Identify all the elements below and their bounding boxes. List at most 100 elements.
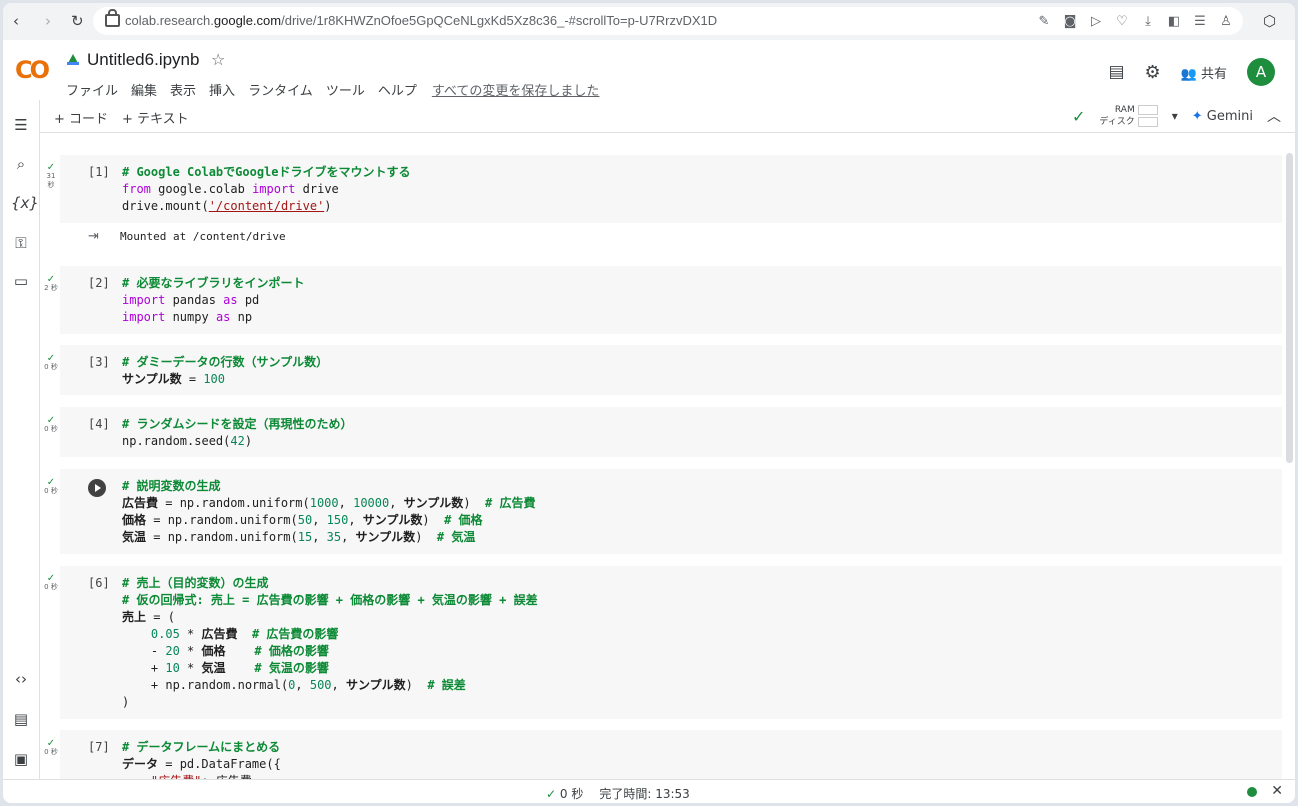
code-cell-7[interactable]: [7] # データフレームにまとめる データ = pd.DataFrame({ …	[60, 730, 1282, 779]
menu-bar: ファイル 編集 表示 挿入 ランタイム ツール ヘルプ すべての変更を保存しまし…	[66, 80, 599, 99]
exec-time-unit: 秒	[47, 181, 55, 189]
cell-4-exec-info: ✓ 0 秒	[43, 416, 59, 434]
cell-prompt: [1]	[88, 165, 110, 179]
connected-check-icon: ✓	[1071, 106, 1086, 126]
reload-icon[interactable]: ↻	[71, 12, 84, 30]
ram-meter	[1137, 104, 1158, 115]
settings-lines-icon[interactable]: ☰	[1193, 14, 1207, 29]
cell-code[interactable]: # 説明変数の生成 広告費 = np.random.uniform(1000, …	[122, 478, 535, 546]
disk-meter	[1137, 116, 1158, 127]
connection-status-icon	[1247, 787, 1257, 797]
exec-time: 2 秒	[44, 284, 58, 292]
cell-5-exec-info: ✓ 0 秒	[43, 478, 59, 496]
folder-icon[interactable]: ▭	[11, 272, 31, 290]
search-icon[interactable]: ⌕	[11, 155, 31, 173]
command-palette-icon[interactable]: ▤	[11, 710, 31, 728]
cell-code[interactable]: # ダミーデータの行数（サンプル数） サンプル数 = 100	[122, 354, 328, 388]
heart-icon[interactable]: ♡	[1115, 14, 1129, 29]
code-cell-1[interactable]: [1] # Google ColabでGoogleドライブをマウントする fro…	[60, 155, 1282, 223]
disk-label: ディスク	[1099, 117, 1135, 127]
comment-icon[interactable]: ▤	[1108, 62, 1124, 82]
save-status[interactable]: すべての変更を保存しました	[432, 80, 600, 99]
colab-header: CO Untitled6.ipynb ☆ ファイル 編集 表示 挿入 ランタイム…	[3, 40, 1295, 100]
exec-time: 0 秒	[44, 583, 58, 591]
run-cell-button[interactable]	[88, 479, 106, 497]
code-cell-3[interactable]: [3] # ダミーデータの行数（サンプル数） サンプル数 = 100	[60, 345, 1282, 395]
download-icon[interactable]: ⤓	[1141, 14, 1155, 29]
check-icon: ✓	[46, 415, 56, 426]
close-icon[interactable]: ✕	[1271, 783, 1283, 799]
sidebar-icon[interactable]: ◧	[1167, 14, 1181, 29]
profile-icon[interactable]: ♙	[1219, 14, 1233, 29]
variables-icon[interactable]: {x}	[11, 194, 39, 212]
cell-1-output: ⇥ Mounted at /content/drive	[60, 223, 1282, 257]
check-icon: ✓	[546, 787, 557, 801]
people-icon: 👥	[1180, 66, 1197, 82]
send-icon[interactable]: ▷	[1089, 14, 1103, 29]
check-icon: ✓	[46, 162, 56, 173]
cell-1-exec-info: ✓ 31 秒	[43, 163, 59, 190]
cell-2-exec-info: ✓ 2 秒	[43, 275, 59, 293]
address-bar[interactable]: colab.research.google.com/drive/1r8KHWZn…	[93, 7, 1243, 35]
check-icon: ✓	[46, 274, 56, 285]
menu-edit[interactable]: 編集	[131, 80, 157, 99]
toc-icon[interactable]: ☰	[11, 116, 31, 134]
code-cell-4[interactable]: [4] # ランダムシードを設定（再現性のため） np.random.seed(…	[60, 407, 1282, 457]
check-icon: ✓	[46, 573, 56, 584]
code-cell-5[interactable]: # 説明変数の生成 広告費 = np.random.uniform(1000, …	[60, 469, 1282, 554]
avatar[interactable]: A	[1247, 58, 1275, 86]
chevron-down-icon[interactable]: ▾	[1172, 109, 1178, 123]
left-rail: ☰ ⌕ {x} ⚿ ▭ ‹› ▤ ▣	[3, 100, 40, 780]
share-label: 共有	[1200, 66, 1227, 82]
exec-time: 0 秒	[44, 487, 58, 495]
menu-tools[interactable]: ツール	[326, 80, 365, 99]
menu-file[interactable]: ファイル	[66, 80, 118, 99]
colab-logo[interactable]: CO	[15, 56, 50, 84]
key-icon[interactable]: ⚿	[11, 234, 31, 252]
code-snippets-icon[interactable]: ‹›	[11, 670, 31, 688]
menu-insert[interactable]: 挿入	[209, 80, 235, 99]
completion-time: 完了時間: 13:53	[599, 787, 690, 801]
header-actions: ▤ ⚙ 👥 共有 A	[1108, 58, 1275, 86]
output-toggle-icon[interactable]: ⇥	[88, 229, 99, 244]
edit-icon[interactable]: ✎	[1037, 14, 1051, 29]
cell-code[interactable]: # ランダムシードを設定（再現性のため） np.random.seed(42)	[122, 416, 352, 450]
code-cell-6[interactable]: [6] # 売上（目的変数）の生成 # 仮の回帰式: 売上 = 広告費の影響 +…	[60, 566, 1282, 719]
camera-icon[interactable]: ◙	[1063, 14, 1077, 29]
notebook-toolbar: + コード + テキスト ✓ RAM ディスク ▾ ✦ Gemini ︿	[40, 100, 1295, 133]
cell-code[interactable]: # 売上（目的変数）の生成 # 仮の回帰式: 売上 = 広告費の影響 + 価格の…	[122, 575, 538, 711]
back-icon[interactable]: ‹	[13, 12, 19, 30]
cell-3-exec-info: ✓ 0 秒	[43, 354, 59, 372]
check-icon: ✓	[46, 477, 56, 488]
gear-icon[interactable]: ⚙	[1145, 62, 1161, 83]
resource-indicator[interactable]: RAM ディスク	[1099, 104, 1158, 128]
drive-icon	[67, 54, 79, 65]
address-bar-icons: ✎ ◙ ▷ ♡ ⤓ ◧ ☰ ♙	[1037, 14, 1233, 29]
exec-time: 0 秒	[44, 425, 58, 433]
gemini-button[interactable]: ✦ Gemini	[1192, 109, 1253, 124]
exec-time: 31	[46, 172, 56, 180]
chevron-up-icon[interactable]: ︿	[1267, 106, 1281, 126]
forward-icon[interactable]: ›	[45, 12, 51, 30]
terminal-icon[interactable]: ▣	[11, 750, 31, 768]
notebook-scrollbar[interactable]	[1286, 153, 1293, 463]
code-cell-2[interactable]: [2] # 必要なライブラリをインポート import pandas as pd…	[60, 266, 1282, 334]
add-text-button[interactable]: + テキスト	[122, 108, 189, 127]
exec-time: 0 秒	[44, 748, 58, 756]
cell-code[interactable]: # データフレームにまとめる データ = pd.DataFrame({ "広告費…	[122, 739, 281, 779]
menu-runtime[interactable]: ランタイム	[248, 80, 313, 99]
cell-prompt: [3]	[88, 355, 110, 369]
extension-icon[interactable]: ⬡	[1263, 12, 1276, 30]
cell-code[interactable]: # 必要なライブラリをインポート import pandas as pd imp…	[122, 275, 304, 326]
menu-help[interactable]: ヘルプ	[378, 80, 417, 99]
star-icon[interactable]: ☆	[211, 50, 225, 69]
add-code-button[interactable]: + コード	[54, 108, 108, 127]
notebook-title[interactable]: Untitled6.ipynb	[87, 50, 199, 70]
exec-status[interactable]: ✓ 0 秒	[546, 785, 583, 802]
menu-view[interactable]: 表示	[170, 80, 196, 99]
share-button[interactable]: 👥 共有	[1181, 63, 1227, 82]
cell-prompt: [2]	[88, 276, 110, 290]
cell-code[interactable]: # Google ColabでGoogleドライブをマウントする from go…	[122, 164, 411, 215]
lock-icon	[105, 9, 120, 27]
cell-prompt: [4]	[88, 417, 110, 431]
